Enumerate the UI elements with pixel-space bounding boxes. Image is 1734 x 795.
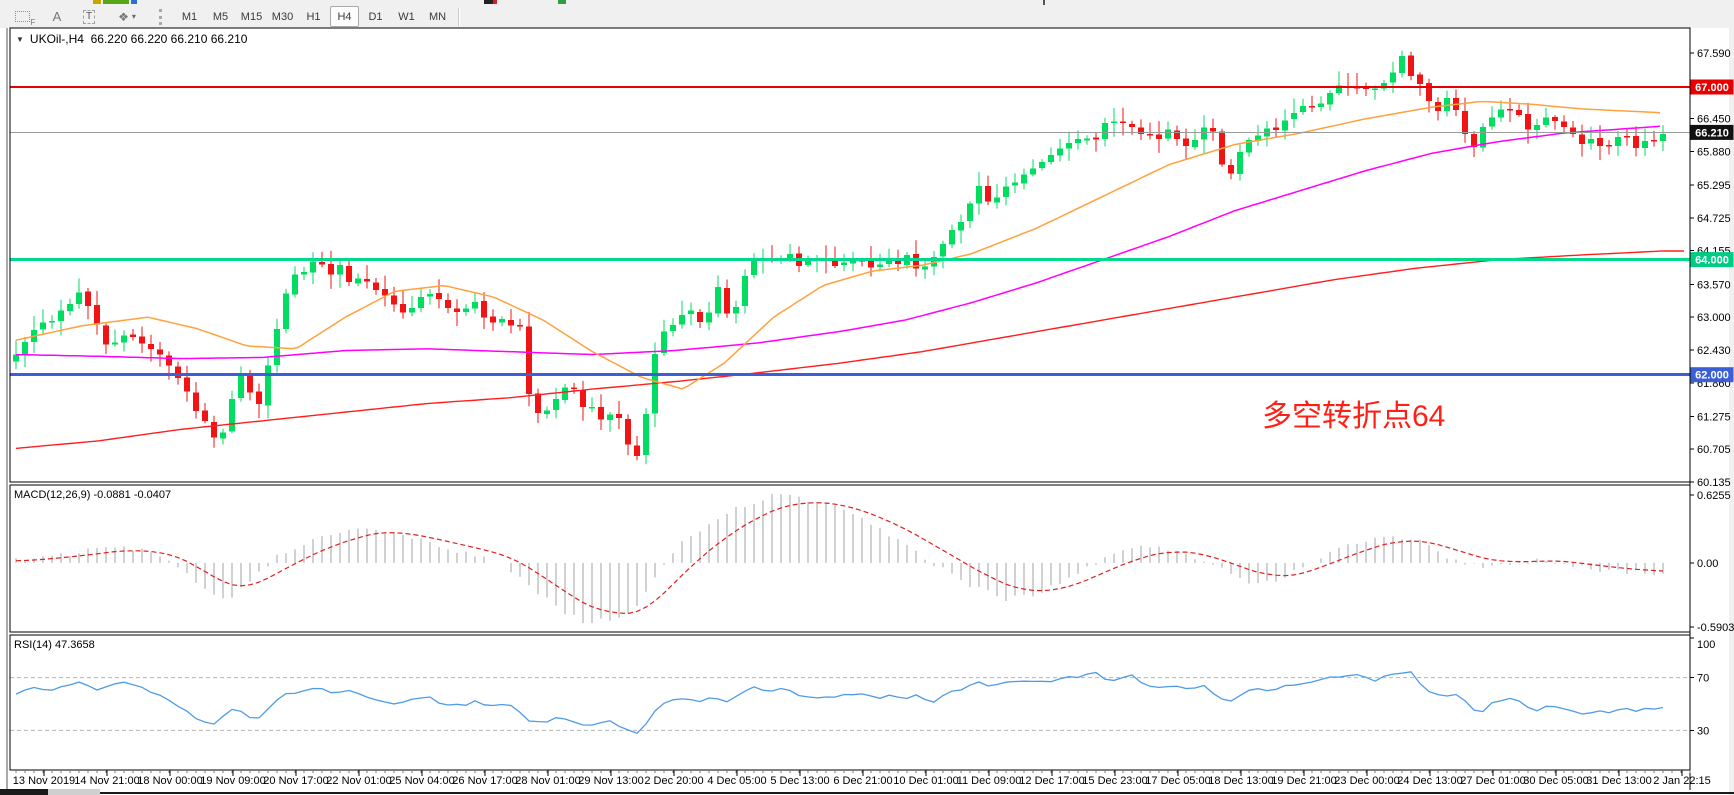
symbol-timeframe-label: UKOil-,H4: [30, 32, 84, 46]
price-tick-label: 63.570: [1697, 279, 1731, 291]
time-tick-label: 13 Nov 2019: [13, 775, 75, 787]
time-tick-label: 11 Dec 09:00: [957, 775, 1022, 787]
time-tick-label: 29 Nov 13:00: [578, 775, 643, 787]
rsi-indicator-label: RSI(14) 47.3658: [14, 639, 95, 651]
chart-area[interactable]: 67.59066.45065.88065.29564.72564.15563.5…: [0, 0, 1734, 795]
price-tick-label: 65.295: [1697, 180, 1731, 192]
time-tick-label: 12 Dec 17:00: [1019, 775, 1084, 787]
time-tick-label: 17 Dec 05:00: [1145, 775, 1210, 787]
price-tick-label: 64.725: [1697, 213, 1731, 225]
time-tick-label: 18 Dec 13:00: [1208, 775, 1273, 787]
time-tick-label: 15 Dec 23:00: [1082, 775, 1147, 787]
price-line-label: 67.000: [1695, 82, 1729, 94]
price-tick-label: 66.450: [1697, 114, 1731, 126]
time-tick-label: 19 Dec 21:00: [1271, 775, 1336, 787]
time-tick-label: 2 Dec 20:00: [644, 775, 703, 787]
price-tick-label: 60.705: [1697, 444, 1731, 456]
macd-indicator-label: MACD(12,26,9) -0.0881 -0.0407: [14, 489, 171, 501]
rsi-tick-label: 100: [1697, 639, 1715, 651]
panel-divider-rsi[interactable]: [10, 632, 1690, 636]
time-tick-label: 19 Nov 09:00: [200, 775, 265, 787]
time-tick-label: 14 Nov 21:00: [74, 775, 139, 787]
time-tick-label: 31 Dec 13:00: [1586, 775, 1651, 787]
macd-tick-label: 0.6255: [1697, 490, 1731, 502]
price-line-label: 62.000: [1695, 370, 1729, 382]
bottom-window-strip: [0, 789, 1734, 795]
time-tick-label: 22 Nov 01:00: [326, 775, 391, 787]
time-tick-label: 2 Jan 22:15: [1653, 775, 1711, 787]
time-tick-label: 28 Nov 01:00: [515, 775, 580, 787]
price-line-label: 64.000: [1695, 255, 1729, 267]
macd-tick-label: -0.5903: [1697, 622, 1734, 634]
symbol-dropdown-icon[interactable]: ▼: [16, 35, 24, 44]
price-tick-label: 60.135: [1697, 477, 1731, 489]
time-tick-label: 23 Dec 00:00: [1334, 775, 1399, 787]
price-tick-label: 65.880: [1697, 146, 1731, 158]
time-scale[interactable]: 13 Nov 201914 Nov 21:0018 Nov 00:0019 No…: [13, 770, 1711, 787]
panel-divider-macd[interactable]: [10, 482, 1690, 486]
time-tick-label: 6 Dec 21:00: [833, 775, 892, 787]
time-tick-label: 5 Dec 13:00: [770, 775, 829, 787]
time-tick-label: 25 Nov 04:00: [389, 775, 454, 787]
ohlc-values: 66.220 66.220 66.210 66.210: [91, 32, 248, 46]
mt4-chart-window: F A T ❖ ▾ M1M5M15M30H1H4D1W1MN 67.59066.…: [0, 0, 1734, 795]
time-tick-label: 20 Nov 17:00: [263, 775, 328, 787]
price-tick-label: 61.275: [1697, 411, 1731, 423]
price-tick-label: 62.430: [1697, 345, 1731, 357]
time-tick-label: 27 Dec 01:00: [1460, 775, 1525, 787]
price-line-label: 66.210: [1695, 127, 1729, 139]
time-tick-label: 4 Dec 05:00: [707, 775, 766, 787]
time-tick-label: 24 Dec 13:00: [1397, 775, 1462, 787]
macd-tick-label: 0.00: [1697, 558, 1718, 570]
rsi-tick-label: 70: [1697, 673, 1709, 685]
time-tick-label: 10 Dec 01:00: [893, 775, 958, 787]
chart-title: ▼ UKOil-,H4 66.220 66.220 66.210 66.210: [16, 32, 247, 46]
chart-text-annotation: 多空转折点64: [1262, 400, 1445, 434]
time-tick-label: 30 Dec 05:00: [1523, 775, 1588, 787]
time-tick-label: 26 Nov 17:00: [452, 775, 517, 787]
price-tick-label: 63.000: [1697, 312, 1731, 324]
time-tick-label: 18 Nov 00:00: [137, 775, 202, 787]
price-tick-label: 67.590: [1697, 48, 1731, 60]
rsi-tick-label: 30: [1697, 725, 1709, 737]
